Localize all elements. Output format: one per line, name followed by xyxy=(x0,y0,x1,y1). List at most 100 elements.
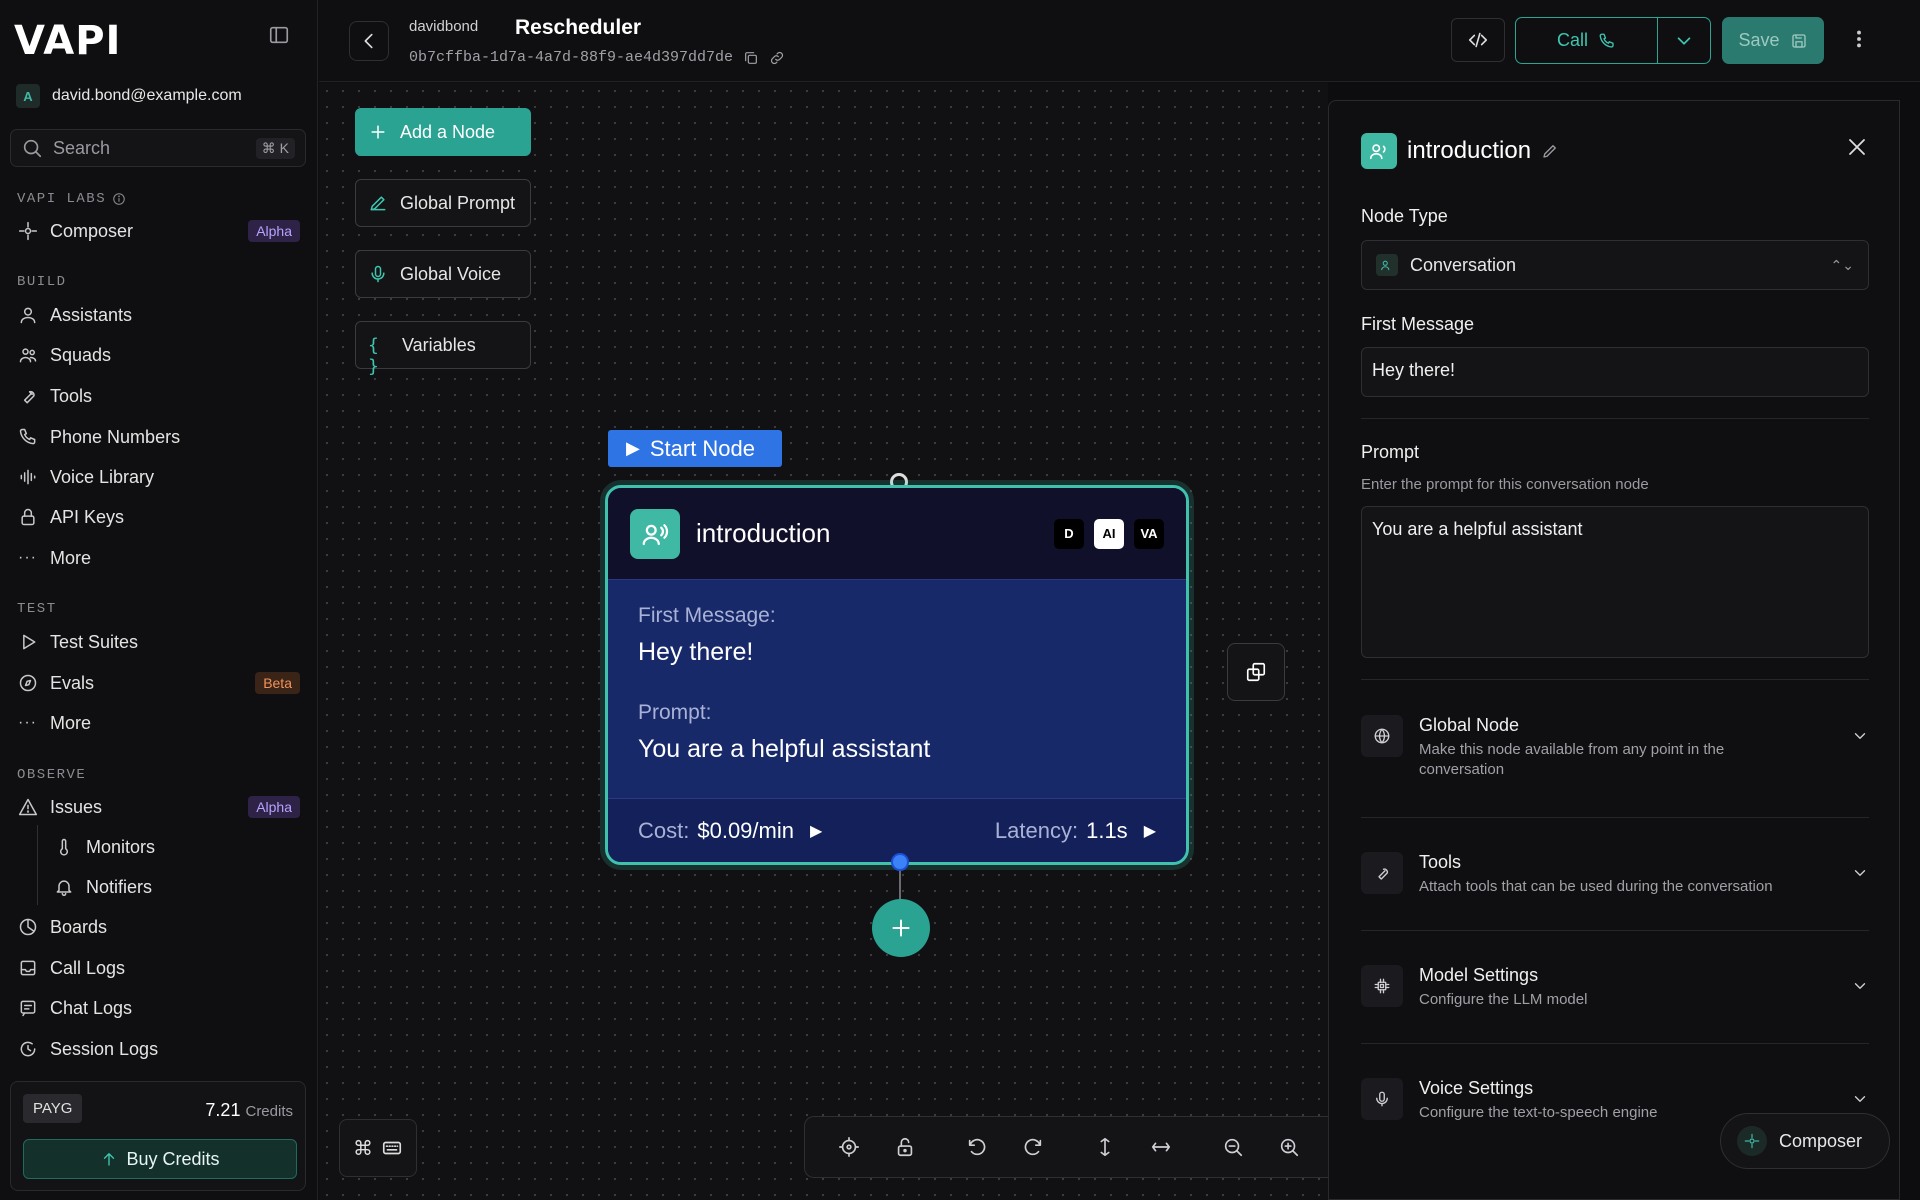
vapi-logo[interactable]: VAPI xyxy=(14,18,121,64)
sidebar-item-test-more[interactable]: ··· More xyxy=(18,706,300,740)
redo-icon[interactable] xyxy=(1005,1136,1061,1158)
provider-icons: D AI VA xyxy=(1054,518,1164,549)
composer-button[interactable]: Composer xyxy=(1720,1113,1890,1169)
pencil-icon xyxy=(370,196,386,211)
keyboard-icon xyxy=(382,1141,402,1155)
unlock-icon[interactable] xyxy=(877,1136,933,1158)
add-node-button[interactable]: Add a Node xyxy=(355,108,531,156)
workflow-id: 0b7cffba-1d7a-4a7d-88f9-ae4d397dd7de xyxy=(409,49,785,66)
sidebar-item-tools[interactable]: Tools xyxy=(18,379,300,413)
inbox-icon xyxy=(20,960,36,976)
panel-title: introduction xyxy=(1407,137,1532,164)
divider xyxy=(1361,930,1869,931)
zoom-in-icon[interactable] xyxy=(1261,1136,1317,1158)
save-button[interactable]: Save xyxy=(1722,17,1824,64)
cost-expand-icon[interactable]: ▶ xyxy=(810,821,822,841)
call-options-dropdown[interactable] xyxy=(1658,18,1710,63)
close-panel-icon[interactable] xyxy=(1845,135,1869,159)
variables-label: Variables xyxy=(402,334,476,355)
global-voice-label: Global Voice xyxy=(400,263,502,284)
node-type-value: Conversation xyxy=(1410,254,1517,275)
node-body: First Message: Hey there! Prompt: You ar… xyxy=(608,580,1186,764)
compass-icon xyxy=(19,674,37,692)
sidebar-item-label: Boards xyxy=(50,916,108,937)
call-button[interactable]: Call xyxy=(1516,18,1658,63)
node-type-select[interactable]: Conversation ⌃⌄ xyxy=(1361,240,1869,290)
chevron-left-icon xyxy=(364,33,373,49)
prompt-field[interactable]: You are a helpful assistant xyxy=(1361,506,1869,658)
first-message-field[interactable]: Hey there! xyxy=(1361,347,1869,397)
account-email: david.bond@example.com xyxy=(52,87,242,104)
credits-card: PAYG 7.21 Credits Buy Credits xyxy=(10,1081,306,1191)
sidebar-item-boards[interactable]: Boards xyxy=(18,910,300,944)
search-shortcut: ⌘ K xyxy=(255,137,295,159)
section-title: Voice Settings xyxy=(1419,1078,1534,1098)
copy-icon[interactable] xyxy=(743,50,759,66)
tools-section[interactable]: Tools Attach tools that can be used duri… xyxy=(1361,852,1869,897)
sidebar-item-build-more[interactable]: ··· More xyxy=(18,541,300,575)
arrow-up-icon xyxy=(104,1153,115,1166)
code-icon xyxy=(1468,32,1488,48)
workflow-canvas[interactable]: Add a Node Global Prompt Global Voice { … xyxy=(319,83,1328,1200)
buy-credits-button[interactable]: Buy Credits xyxy=(23,1139,297,1179)
model-settings-section[interactable]: Model Settings Configure the LLM model xyxy=(1361,965,1869,1010)
more-options-icon[interactable] xyxy=(1848,28,1870,50)
add-next-node-button[interactable] xyxy=(872,899,930,957)
sidebar-item-notifiers[interactable]: Notifiers xyxy=(54,870,294,904)
section-desc: Make this node available from any point … xyxy=(1419,741,1725,778)
duplicate-node-button[interactable] xyxy=(1227,643,1285,701)
bell-icon xyxy=(56,880,72,897)
info-icon[interactable] xyxy=(112,192,126,206)
sidebar-item-call-logs[interactable]: Call Logs xyxy=(18,951,300,985)
sidebar-item-composer[interactable]: Composer Alpha xyxy=(18,214,300,248)
sidebar-item-session-logs[interactable]: Session Logs xyxy=(18,1032,300,1066)
nav-tree-line xyxy=(37,825,38,905)
sidebar-item-test-suites[interactable]: Test Suites xyxy=(18,625,300,659)
sidebar-item-chat-logs[interactable]: Chat Logs xyxy=(18,991,300,1025)
sidebar-toggle-icon[interactable] xyxy=(268,24,290,46)
zoom-out-icon[interactable] xyxy=(1205,1136,1261,1158)
vertical-layout-icon[interactable] xyxy=(1077,1136,1133,1158)
sidebar-item-phone-numbers[interactable]: Phone Numbers xyxy=(18,420,300,454)
code-button[interactable] xyxy=(1451,18,1505,62)
thermometer-icon xyxy=(59,838,69,856)
conversation-node[interactable]: introduction D AI VA First Message: Hey … xyxy=(605,485,1189,865)
sidebar-item-voice-library[interactable]: Voice Library xyxy=(18,460,300,494)
sidebar-item-issues[interactable]: Issues Alpha xyxy=(18,790,300,824)
sidebar-item-label: API Keys xyxy=(50,506,125,527)
sidebar-item-monitors[interactable]: Monitors xyxy=(54,830,294,864)
divider xyxy=(1361,679,1869,680)
top-bar: davidbond Rescheduler 0b7cffba-1d7a-4a7d… xyxy=(319,0,1920,82)
global-voice-button[interactable]: Global Voice xyxy=(355,250,531,298)
search-placeholder: Search xyxy=(53,137,111,158)
link-icon[interactable] xyxy=(769,50,785,66)
account-switcher[interactable]: A david.bond@example.com xyxy=(16,84,242,108)
sidebar-item-squads[interactable]: Squads xyxy=(18,338,300,372)
workflow-title[interactable]: Rescheduler xyxy=(515,16,641,40)
keyboard-shortcuts-button[interactable]: ⌘ xyxy=(339,1119,417,1177)
node-output-handle[interactable] xyxy=(891,853,909,871)
edit-icon[interactable] xyxy=(1541,142,1559,160)
fit-view-icon[interactable] xyxy=(821,1136,877,1158)
sidebar: VAPI A david.bond@example.com Search ⌘ K… xyxy=(0,0,318,1200)
vapi-voice-icon: VA xyxy=(1134,518,1164,549)
horizontal-layout-icon[interactable] xyxy=(1133,1136,1189,1158)
search-icon xyxy=(23,139,42,158)
sidebar-item-assistants[interactable]: Assistants xyxy=(18,298,300,332)
undo-icon[interactable] xyxy=(949,1136,1005,1158)
session-icon xyxy=(20,1041,36,1057)
conversation-icon xyxy=(1361,133,1397,169)
global-node-section[interactable]: Global Node Make this node available fro… xyxy=(1361,715,1869,779)
search-input[interactable]: Search ⌘ K xyxy=(10,129,306,167)
latency-expand-icon[interactable]: ▶ xyxy=(1144,821,1156,841)
sidebar-item-api-keys[interactable]: API Keys xyxy=(18,500,300,534)
global-prompt-button[interactable]: Global Prompt xyxy=(355,179,531,227)
back-button[interactable] xyxy=(349,21,389,61)
variables-button[interactable]: { } Variables xyxy=(355,321,531,377)
sidebar-item-evals[interactable]: Evals Beta xyxy=(18,666,300,700)
node-title: introduction xyxy=(696,518,831,548)
play-icon xyxy=(23,634,36,650)
ellipsis-icon: ··· xyxy=(18,549,37,566)
phone-icon xyxy=(19,428,36,445)
sidebar-item-label: Monitors xyxy=(86,836,156,857)
